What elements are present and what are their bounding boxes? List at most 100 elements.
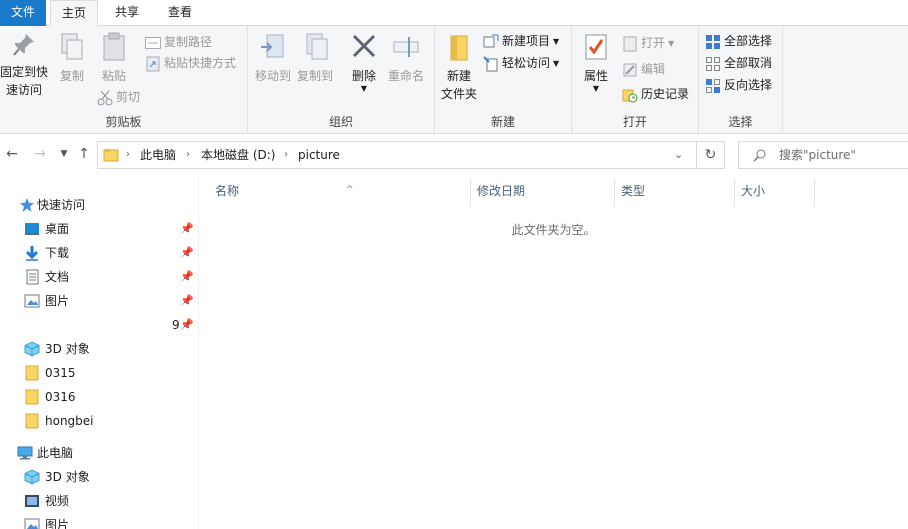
- nav-item-3d-objects[interactable]: 3D 对象: [0, 337, 198, 361]
- select-none-label: 全部取消: [724, 56, 773, 70]
- invert-selection-icon: [706, 78, 720, 93]
- pin-icon: 📌: [180, 318, 194, 331]
- nav-pc-3d-objects[interactable]: 3D 对象: [0, 465, 198, 489]
- new-folder-icon: [450, 35, 468, 61]
- folder-icon: [25, 365, 39, 381]
- address-bar[interactable]: › 此电脑 › 本地磁盘 (D:) › picture ⌄: [97, 141, 697, 169]
- search-icon: [753, 149, 766, 162]
- computer-icon: [17, 446, 33, 460]
- delete-button[interactable]: 删除 ▼: [344, 32, 384, 93]
- new-item-icon: [483, 34, 499, 47]
- forward-arrow-icon[interactable]: →: [30, 144, 50, 164]
- scissors-icon: [97, 90, 113, 105]
- breadcrumb-drive-d[interactable]: 本地磁盘 (D:): [201, 142, 275, 168]
- address-row: ← → ▼ ↑ › 此电脑 › 本地磁盘 (D:) › picture ⌄ ↻ …: [0, 134, 908, 174]
- open-group-label: 打开: [622, 115, 647, 129]
- open-button[interactable]: 打开 ▼: [622, 33, 674, 53]
- nav-item-suffix: 9: [172, 318, 180, 332]
- nav-item-label: 3D 对象: [45, 342, 90, 356]
- copy-path-label: 复制路径: [164, 35, 213, 49]
- breadcrumb-picture[interactable]: picture: [298, 142, 340, 168]
- new-folder-label-2: 文件夹: [440, 87, 477, 101]
- column-header-type[interactable]: 类型: [615, 179, 735, 207]
- nav-item-folder-0315[interactable]: 0315: [0, 361, 198, 385]
- sort-ascending-icon: ^: [346, 185, 354, 195]
- nav-item-label: 图片: [45, 518, 70, 529]
- select-all-button[interactable]: 全部选择: [705, 31, 772, 51]
- tab-view[interactable]: 查看: [156, 0, 204, 26]
- copy-to-button[interactable]: 复制到: [294, 32, 336, 85]
- breadcrumb-separator-icon[interactable]: ›: [126, 142, 130, 168]
- pin-icon: [13, 34, 34, 56]
- tab-file[interactable]: 文件: [0, 0, 46, 26]
- refresh-icon[interactable]: ↻: [697, 141, 725, 169]
- properties-button[interactable]: 属性 ▼: [578, 32, 614, 93]
- paste-shortcut-button[interactable]: 粘贴快捷方式: [145, 53, 236, 73]
- recent-locations-chevron-icon[interactable]: ▼: [54, 144, 74, 164]
- folder-icon: [25, 389, 39, 405]
- delete-dropdown-caret[interactable]: ▼: [344, 85, 384, 93]
- history-button[interactable]: 历史记录: [622, 84, 689, 104]
- nav-item-desktop[interactable]: 桌面 📌: [0, 217, 198, 241]
- nav-item-label: 0315: [45, 366, 76, 380]
- easy-access-icon: [483, 55, 498, 71]
- organize-group: 移动到 复制到 删除 ▼ 重命名 组织: [248, 26, 435, 134]
- nav-pc-pictures[interactable]: 图片: [0, 513, 198, 529]
- copy-button[interactable]: 复制: [52, 32, 92, 85]
- nav-this-pc[interactable]: 此电脑: [0, 441, 198, 465]
- new-group-label: 新建: [490, 115, 515, 129]
- cube-icon: [24, 469, 40, 485]
- pin-to-quick-access-button[interactable]: 固定到快 速访问: [0, 32, 48, 99]
- properties-label: 属性: [583, 69, 608, 83]
- breadcrumb-this-pc[interactable]: 此电脑: [140, 142, 176, 168]
- rename-button[interactable]: 重命名: [384, 32, 428, 85]
- properties-check-icon: [585, 34, 607, 60]
- nav-item-hidden[interactable]: 9 📌: [0, 313, 198, 337]
- nav-item-pictures[interactable]: 图片 📌: [0, 289, 198, 313]
- nav-item-label: 视频: [45, 494, 70, 508]
- picture-icon: [24, 294, 40, 308]
- column-header-name[interactable]: 名称 ^: [209, 179, 471, 207]
- search-box[interactable]: 搜索"picture": [738, 141, 908, 169]
- easy-access-button[interactable]: 轻松访问 ▼: [483, 53, 559, 73]
- copy-icon: [61, 33, 83, 60]
- column-header-modified[interactable]: 修改日期: [471, 179, 615, 207]
- nav-item-documents[interactable]: 文档 📌: [0, 265, 198, 289]
- column-header-size[interactable]: 大小: [735, 179, 815, 207]
- copy-path-button[interactable]: 复制路径: [145, 32, 212, 52]
- move-to-icon: [261, 34, 284, 58]
- up-arrow-icon[interactable]: ↑: [74, 144, 94, 164]
- nav-item-label: 0316: [45, 390, 76, 404]
- nav-item-label: 文档: [45, 270, 70, 284]
- back-arrow-icon[interactable]: ←: [2, 144, 22, 164]
- select-all-label: 全部选择: [724, 34, 773, 48]
- edit-button[interactable]: 编辑: [622, 59, 665, 79]
- delete-label: 删除: [351, 69, 376, 83]
- breadcrumb-separator-icon[interactable]: ›: [284, 142, 288, 168]
- properties-dropdown-caret[interactable]: ▼: [578, 85, 614, 93]
- address-dropdown-chevron-icon[interactable]: ⌄: [674, 142, 683, 168]
- copy-path-icon: [145, 36, 161, 49]
- navigation-pane: 快速访问 桌面 📌 下载 📌 文档 📌 图片 📌 9 📌 3D 对象 0315 …: [0, 188, 198, 529]
- delete-x-icon: [352, 34, 376, 58]
- nav-item-folder-0316[interactable]: 0316: [0, 385, 198, 409]
- breadcrumb-separator-icon[interactable]: ›: [186, 142, 190, 168]
- nav-pc-videos[interactable]: 视频: [0, 489, 198, 513]
- paste-label: 粘贴: [101, 69, 126, 83]
- tab-home[interactable]: 主页: [50, 0, 98, 27]
- nav-item-folder-hongbei[interactable]: hongbei: [0, 409, 198, 433]
- select-none-button[interactable]: 全部取消: [705, 53, 772, 73]
- nav-item-downloads[interactable]: 下载 📌: [0, 241, 198, 265]
- paste-button[interactable]: 粘贴: [94, 32, 134, 85]
- tab-share[interactable]: 共享: [104, 0, 150, 26]
- new-item-button[interactable]: 新建项目 ▼: [483, 31, 559, 51]
- search-placeholder: 搜索"picture": [779, 148, 856, 162]
- invert-selection-button[interactable]: 反向选择: [705, 75, 772, 95]
- edit-label: 编辑: [641, 62, 666, 76]
- download-arrow-icon: [25, 246, 39, 261]
- move-to-button[interactable]: 移动到: [252, 32, 294, 85]
- new-folder-button[interactable]: 新建 文件夹: [439, 32, 479, 103]
- nav-this-pc-label: 此电脑: [37, 446, 74, 460]
- cut-button[interactable]: 剪切: [97, 87, 140, 107]
- nav-quick-access[interactable]: 快速访问: [0, 193, 198, 217]
